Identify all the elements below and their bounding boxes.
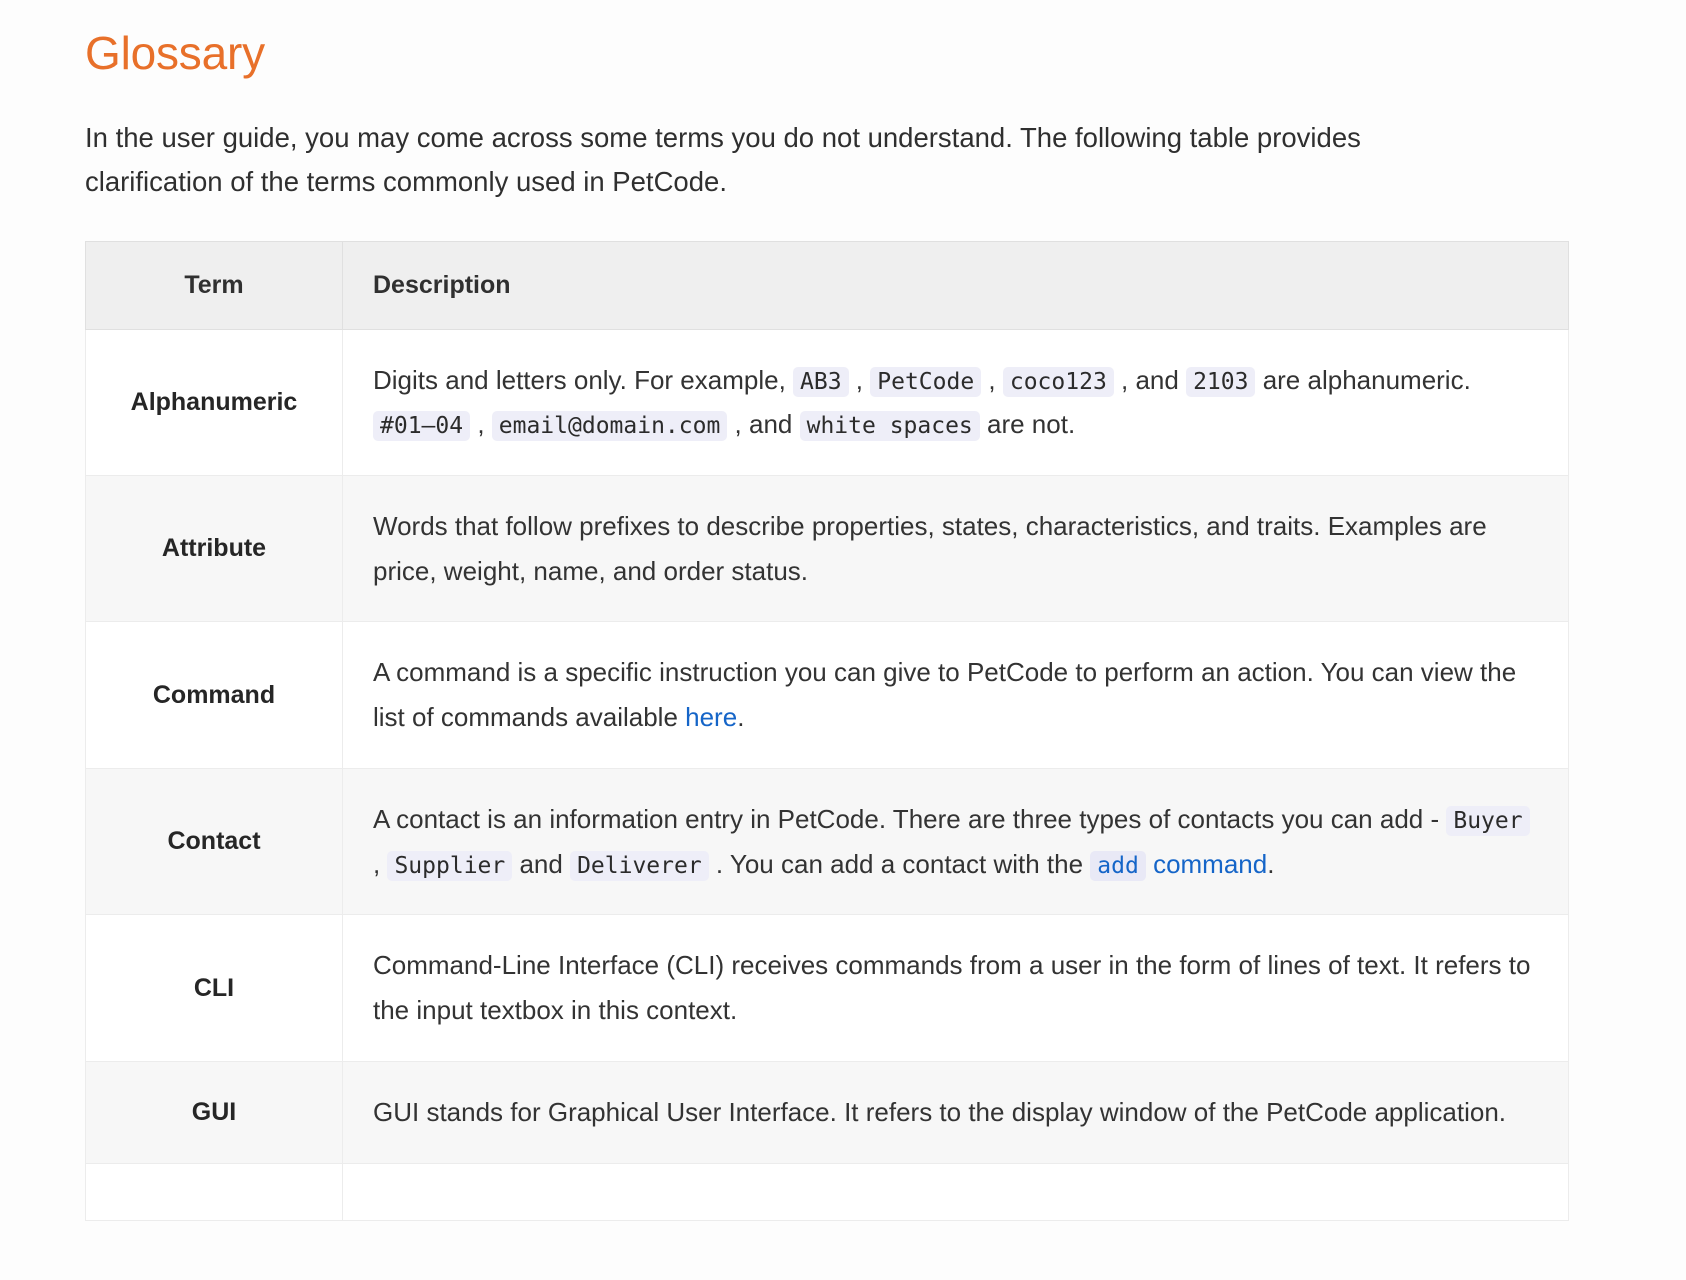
- description-cell: GUI stands for Graphical User Interface.…: [342, 1060, 1569, 1164]
- add-command-link-label: command: [1145, 848, 1268, 879]
- inline-code: coco123: [1002, 366, 1114, 397]
- term-cell: GUI: [85, 1060, 343, 1164]
- term-cell: CLI: [85, 914, 343, 1062]
- table-row: Alphanumeric Digits and letters only. For…: [85, 328, 1569, 477]
- glossary-table: Term Description Alphanumeric Digits and …: [85, 240, 1569, 1221]
- description-cell: Words that follow prefixes to describe p…: [342, 475, 1569, 623]
- inline-code: white spaces: [799, 411, 980, 442]
- table-row: Contact A contact is an information entry…: [85, 767, 1569, 916]
- description-text: A command is a specific instruction you …: [373, 657, 1517, 733]
- description-text: . You can add a contact with the: [708, 848, 1091, 879]
- inline-code: Supplier: [387, 850, 513, 881]
- table-header-row: Term Description: [85, 240, 1569, 330]
- description-cell: Command-Line Interface (CLI) receives co…: [342, 914, 1569, 1062]
- description-cell: A contact is an information entry in Pet…: [342, 767, 1569, 916]
- table-row: GUI GUI stands for Graphical User Interfa…: [85, 1060, 1569, 1164]
- column-header-description: Description: [342, 240, 1569, 330]
- inline-code: add: [1090, 850, 1146, 881]
- glossary-page: Glossary In the user guide, you may come…: [0, 0, 1686, 1221]
- column-header-term: Term: [85, 240, 343, 330]
- description-text: Words that follow prefixes to describe p…: [373, 511, 1487, 586]
- table-row: CLI Command-Line Interface (CLI) receives…: [85, 914, 1569, 1062]
- description-cell: A command is a specific instruction you …: [342, 621, 1569, 769]
- description-text: ,: [848, 364, 871, 395]
- table-header: Term Description: [85, 240, 1569, 330]
- table-row: [85, 1162, 1569, 1221]
- term-cell: Contact: [85, 767, 343, 916]
- add-command-link[interactable]: add command: [1090, 848, 1268, 881]
- description-text: are alphanumeric.: [1255, 364, 1471, 395]
- table-row: Command A command is a specific instructi…: [85, 621, 1569, 769]
- page-title: Glossary: [85, 27, 265, 79]
- description-text: Digits and letters only. For example,: [373, 364, 794, 395]
- inline-code: 2103: [1186, 366, 1256, 397]
- description-text: , and: [1113, 364, 1187, 395]
- term-cell: Attribute: [85, 475, 343, 623]
- inline-code: Deliverer: [570, 850, 709, 881]
- inline-code: email@domain.com: [491, 411, 728, 442]
- inline-link[interactable]: here: [685, 702, 737, 732]
- term-cell: Alphanumeric: [85, 328, 343, 477]
- inline-code: Buyer: [1446, 805, 1530, 836]
- inline-code: PetCode: [870, 366, 982, 397]
- intro-paragraph: In the user guide, you may come across s…: [85, 121, 1361, 198]
- description-text: .: [737, 702, 745, 733]
- description-cell: [342, 1162, 1569, 1221]
- term-cell: [85, 1162, 343, 1221]
- description-text: A contact is an information entry in Pet…: [373, 803, 1447, 834]
- description-text: are not.: [979, 409, 1076, 440]
- description-text: ,: [373, 848, 388, 879]
- description-text: and: [512, 848, 571, 879]
- description-text: ,: [981, 364, 1003, 395]
- description-text: ,: [470, 409, 492, 440]
- description-text: GUI stands for Graphical User Interface.…: [373, 1096, 1507, 1127]
- description-text: Command-Line Interface (CLI) receives co…: [373, 950, 1531, 1026]
- table-row: Attribute Words that follow prefixes to d…: [85, 475, 1569, 623]
- description-text: .: [1267, 848, 1275, 879]
- inline-code: AB3: [793, 366, 849, 397]
- term-cell: Command: [85, 621, 343, 769]
- description-text: , and: [727, 409, 800, 440]
- table-body: Alphanumeric Digits and letters only. For…: [85, 328, 1569, 1221]
- description-cell: Digits and letters only. For example, AB…: [342, 328, 1569, 477]
- inline-code: #01–04: [373, 411, 471, 442]
